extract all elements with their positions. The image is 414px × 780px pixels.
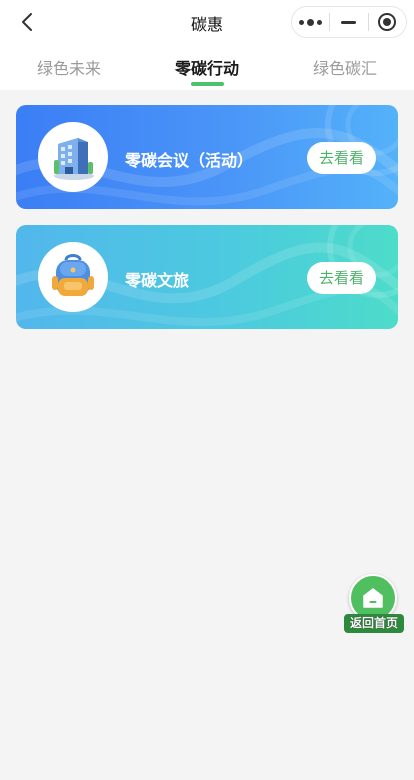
tab-bar: 绿色未来 零碳行动 绿色碳汇 (0, 44, 414, 90)
miniprogram-capsule (291, 6, 407, 38)
office-building-icon (38, 122, 108, 192)
backpack-icon (38, 242, 108, 312)
minimize-button[interactable] (330, 7, 367, 37)
more-dots-icon (299, 18, 323, 26)
tab-label: 绿色碳汇 (312, 59, 377, 78)
view-button[interactable]: 去看看 (307, 262, 376, 294)
tab-green-future[interactable]: 绿色未来 (0, 44, 138, 90)
card-zero-carbon-tourism[interactable]: 零碳文旅 去看看 (16, 225, 398, 329)
navigation-bar: 碳惠 (0, 0, 414, 44)
tab-zero-carbon-action[interactable]: 零碳行动 (138, 44, 276, 90)
close-button[interactable] (369, 7, 406, 37)
card-title: 零碳会议（活动） (125, 151, 254, 170)
card-zero-carbon-meeting[interactable]: 零碳会议（活动） 去看看 (16, 105, 398, 209)
active-tab-indicator (191, 82, 224, 86)
more-button[interactable] (292, 7, 329, 37)
minus-icon (341, 20, 357, 24)
return-home-button[interactable]: 返回首页 (344, 574, 404, 634)
card-title: 零碳文旅 (125, 271, 190, 290)
tab-green-carbon-sink[interactable]: 绿色碳汇 (276, 44, 414, 90)
tab-label: 零碳行动 (174, 59, 239, 78)
return-home-label: 返回首页 (344, 614, 404, 633)
tab-label: 绿色未来 (36, 59, 101, 78)
target-circle-icon (378, 13, 397, 31)
view-button[interactable]: 去看看 (307, 142, 376, 174)
